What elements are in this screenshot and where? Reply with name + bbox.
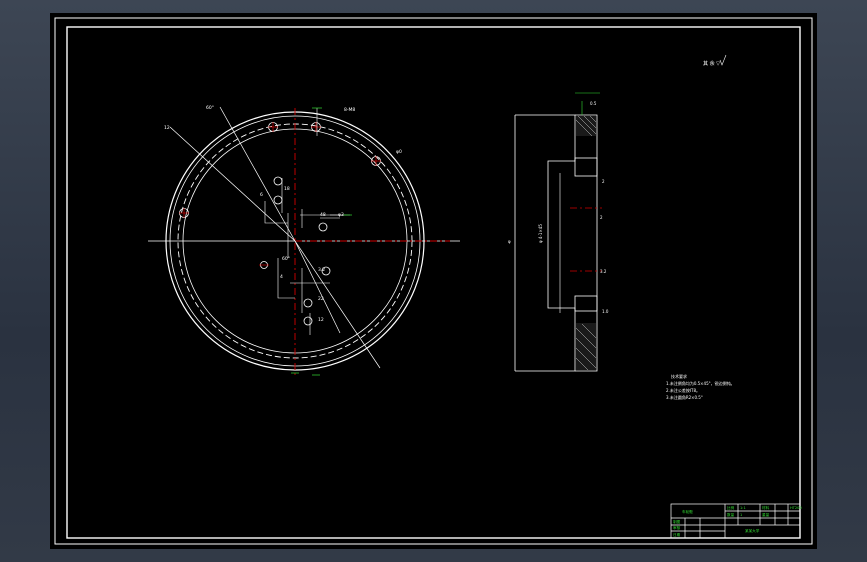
tb-cell-4: 数量 (727, 512, 735, 517)
side-label-6: 3.2 (600, 269, 607, 274)
tb-cell-0: 比例 (727, 505, 735, 510)
radial-line-3 (294, 240, 381, 369)
front-view-labels: 60° 8-M8 φ0 12 18 6 48 φ3 60° 3.2 4 22 1… (164, 105, 402, 323)
cad-viewport: 60° 8-M8 φ0 12 18 6 48 φ3 60° 3.2 4 22 1… (0, 0, 867, 562)
tb-cell-5: 1 (740, 513, 742, 517)
side-outline (515, 114, 576, 372)
label-13: 12 (318, 317, 324, 323)
tb-cell-12: 日期 (673, 532, 681, 537)
label-8: φ3 (338, 212, 344, 218)
side-label-4: 2 (602, 179, 605, 184)
label-5: 18 (284, 186, 290, 192)
label-3: φ0 (396, 149, 402, 155)
roughness-text: 其 余 ▽ (703, 60, 720, 67)
label-10: 3.2 (318, 267, 325, 273)
label-7: 48 (320, 212, 326, 218)
tb-cell-2: 材料 (762, 505, 770, 510)
side-step-1 (574, 157, 598, 177)
bolt-holes (179, 122, 381, 326)
side-label-7: 1.0 (602, 309, 609, 314)
side-label-2: φ (508, 239, 511, 244)
tech-item-2: 2.未注公差按IT8。 (666, 387, 700, 393)
label-12: 22 (318, 296, 324, 302)
label-6: 6 (260, 192, 263, 198)
label-1: 60° (206, 105, 214, 111)
tb-cell-6: 重量 (762, 512, 770, 517)
outer-frame (54, 17, 813, 545)
label-11: 4 (280, 274, 283, 280)
tb-cell-1: 1:1 (740, 506, 746, 510)
roughness-note: 其 余 ▽ (703, 54, 727, 67)
tech-item-3: 3.未注圆角R2×0.5° (666, 394, 703, 400)
radial-line-1 (219, 106, 296, 242)
side-hatch-areas (576, 116, 596, 370)
front-view (148, 106, 460, 378)
tb-cell-10: 审核 (673, 525, 681, 530)
tech-item-1: 1.未注倒角均为0.5×45°，锐边倒钝。 (666, 380, 735, 386)
label-4: 12 (164, 125, 170, 131)
side-step-2 (574, 295, 598, 312)
label-2: 8-M8 (344, 107, 355, 113)
drawing-sheet: 60° 8-M8 φ0 12 18 6 48 φ3 60° 3.2 4 22 1… (50, 13, 817, 549)
drawing-canvas: 60° 8-M8 φ0 12 18 6 48 φ3 60° 3.2 4 22 1… (54, 17, 813, 545)
part-name: 车轮毂 (682, 509, 693, 514)
side-label-3: φ 4-1×45 (538, 224, 543, 243)
roughness-symbol-icon (719, 54, 727, 66)
label-9: 60° (282, 256, 290, 262)
school-name: 某某大学 (745, 528, 760, 533)
side-label-5: 2 (600, 215, 603, 220)
radial-line-2 (169, 126, 296, 242)
green-dimension-marks (291, 107, 352, 376)
tech-requirements: 技术要求 1.未注倒角均为0.5×45°，锐边倒钝。 2.未注公差按IT8。 3… (666, 373, 735, 400)
side-label-1: 0.5 (590, 101, 597, 106)
front-dimension-lines (264, 108, 350, 335)
tech-title: 技术要求 (671, 373, 687, 379)
tb-cell-8: 制图 (673, 519, 681, 524)
tb-cell-3: HT200 (790, 506, 802, 510)
